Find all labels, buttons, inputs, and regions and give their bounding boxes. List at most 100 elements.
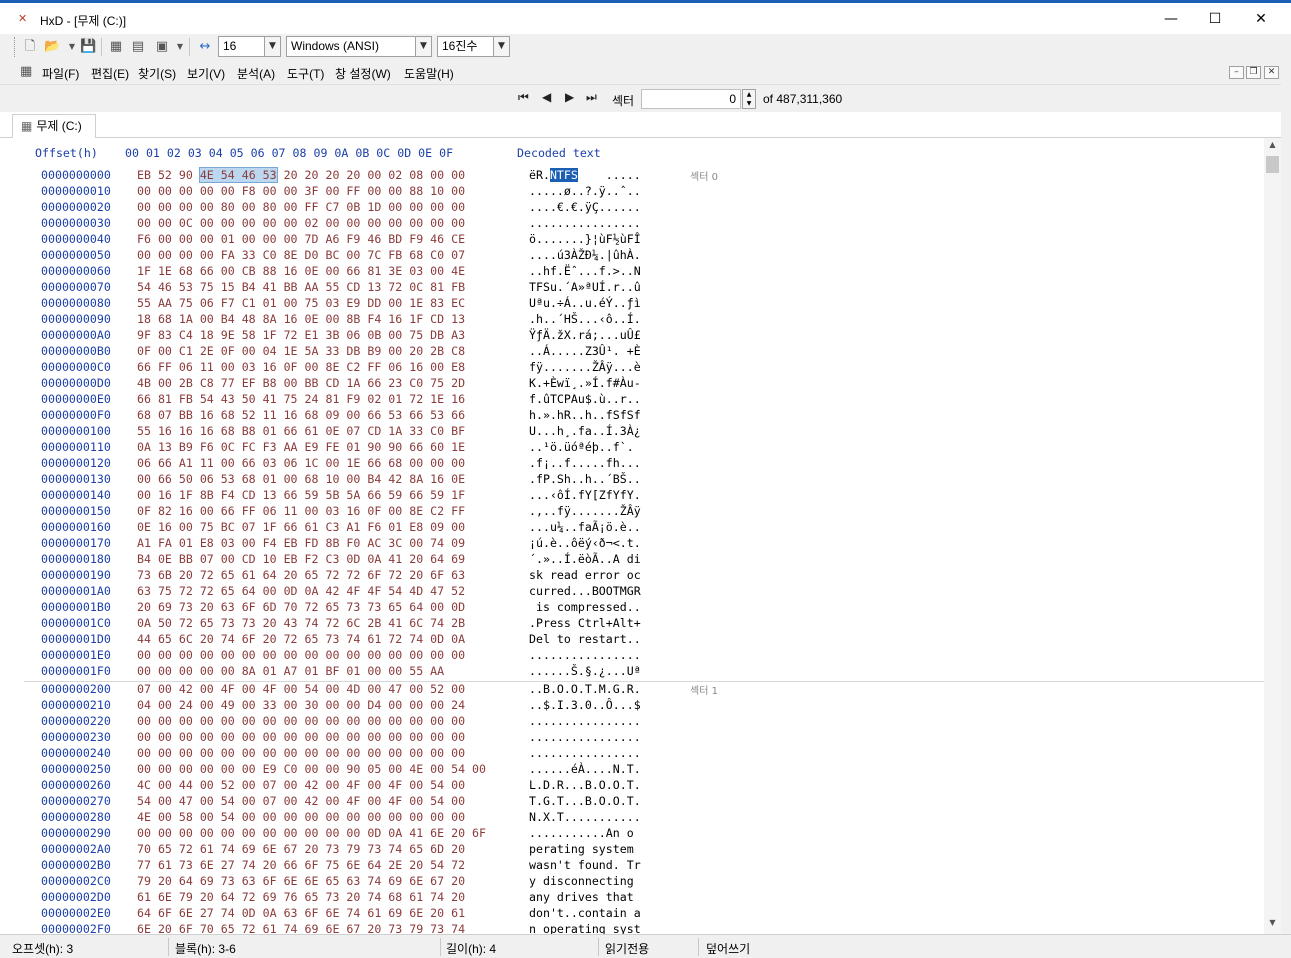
row-decoded-text[interactable]: ..$.I.3.0..Ô...$ [529,698,641,712]
row-decoded-text[interactable]: ö.......}¦ùF½ùFÎ [529,232,641,246]
row-hex-bytes[interactable]: 70 65 72 61 74 69 6E 67 20 73 79 73 74 6… [137,842,465,856]
base-select[interactable]: 16진수 ▼ [437,36,510,57]
row-decoded-text[interactable]: is compressed.. [529,600,641,614]
row-hex-bytes[interactable]: 4E 00 58 00 54 00 00 00 00 00 00 00 00 0… [137,810,465,824]
row-hex-bytes[interactable]: 73 6B 20 72 65 61 64 20 65 72 72 6F 72 2… [137,568,465,582]
row-hex-bytes[interactable]: 00 16 1F 8B F4 CD 13 66 59 5B 5A 66 59 6… [137,488,465,502]
properties-icon[interactable]: ▣ [154,38,170,55]
disk-icon[interactable]: ▦ [108,38,124,55]
open-file-icon[interactable]: 📂 [44,38,60,55]
mdi-close-button[interactable]: ✕ [1264,66,1279,79]
row-hex-bytes[interactable]: 4C 00 44 00 52 00 07 00 42 00 4F 00 4F 0… [137,778,465,792]
save-icon[interactable]: 💾 [80,38,96,55]
row-hex-bytes[interactable]: 68 07 BB 16 68 52 11 16 68 09 00 66 53 6… [137,408,465,422]
scroll-thumb[interactable] [1266,156,1279,173]
sector-spinner[interactable]: ▲ ▼ [742,89,756,109]
row-decoded-text[interactable]: ......Š.§.¿...Uª [529,664,641,678]
row-hex-bytes[interactable]: 00 00 00 00 00 00 00 00 00 00 00 00 00 0… [137,730,465,744]
hex-selection[interactable]: 4E 54 46 53 [198,167,278,183]
row-decoded-text[interactable]: ..hf.Ëˆ...f.>..N [529,264,641,278]
row-decoded-text[interactable]: .‚..fÿ.......ŽÂÿ [529,504,641,518]
row-hex-bytes[interactable]: 64 6F 6E 27 74 0D 0A 63 6F 6E 74 61 69 6… [137,906,465,920]
row-decoded-text[interactable]: ...u¼..faÃ¡ö.è.. [529,520,641,534]
row-hex-bytes[interactable]: 79 20 64 69 73 63 6F 6E 6E 65 63 74 69 6… [137,874,465,888]
properties-dropdown-icon[interactable]: ▼ [172,38,188,55]
row-decoded-text[interactable]: U...h¸.fa..Í.3À¿ [529,424,641,438]
row-hex-bytes[interactable]: 9F 83 C4 18 9E 58 1F 72 E1 3B 06 0B 00 7… [137,328,465,342]
menu-window[interactable]: 창 설정(W) [335,65,391,82]
status-overwrite[interactable]: 덮어쓰기 [706,940,750,957]
row-decoded-text[interactable]: any drives that [529,890,641,904]
row-hex-bytes[interactable]: 00 00 00 00 00 8A 01 A7 01 BF 01 00 00 5… [137,664,444,678]
row-hex-bytes[interactable]: 18 68 1A 00 B4 48 8A 16 0E 00 8B F4 16 1… [137,312,465,326]
document-icon[interactable]: ▦ [20,64,32,79]
row-decoded-text[interactable]: TFSu.´A»ªUÍ.r..û [529,280,641,294]
row-decoded-text[interactable]: wasn't found. Tr [529,858,641,872]
row-hex-bytes[interactable]: 0F 00 C1 2E 0F 00 04 1E 5A 33 DB B9 00 2… [137,344,465,358]
row-decoded-text[interactable]: .fP.Sh..h..´BŠ.. [529,472,641,486]
row-decoded-text[interactable]: ..¹ö.üóªéþ..f`. [529,440,634,454]
row-hex-bytes[interactable]: 00 66 50 06 53 68 01 00 68 10 00 B4 42 8… [137,472,465,486]
row-hex-bytes[interactable]: 00 00 0C 00 00 00 00 00 02 00 00 00 00 0… [137,216,465,230]
row-hex-bytes[interactable]: 04 00 24 00 49 00 33 00 30 00 00 D4 00 0… [137,698,465,712]
vertical-scrollbar[interactable]: ▲ ▼ [1264,138,1281,934]
scroll-down-icon[interactable]: ▼ [1264,918,1281,932]
next-icon[interactable]: ▶ [565,90,574,104]
row-hex-bytes[interactable]: 6E 20 6F 70 65 72 61 74 69 6E 67 20 73 7… [137,922,465,934]
row-hex-bytes[interactable]: 00 00 00 00 00 F8 00 00 3F 00 FF 00 00 8… [137,184,465,198]
row-hex-bytes[interactable]: 54 00 47 00 54 00 07 00 42 00 4F 00 4F 0… [137,794,465,808]
row-decoded-text[interactable]: f.ûTCPAu$.ù..r.. [529,392,641,406]
prev-icon[interactable]: ◀ [542,90,551,104]
row-hex-bytes[interactable]: 77 61 73 6E 27 74 20 66 6F 75 6E 64 2E 2… [137,858,465,872]
text-suffix[interactable]: ..... [578,168,641,182]
hex-prefix[interactable]: EB 52 90 [137,168,200,182]
toolbar-grip[interactable] [14,37,17,57]
row-decoded-text[interactable]: sk read error oc [529,568,641,582]
row-hex-bytes[interactable]: 0A 13 B9 F6 0C FC F3 AA E9 FE 01 90 90 6… [137,440,465,454]
row-hex-bytes[interactable]: 1F 1E 68 66 00 CB 88 16 0E 00 66 81 3E 0… [137,264,465,278]
row-decoded-text[interactable]: n operating syst [529,922,641,934]
row-hex-bytes[interactable]: 00 00 00 00 00 00 00 00 00 00 00 00 00 0… [137,648,465,662]
row-decoded-text[interactable]: .h..´HŠ...‹ô..Í. [529,312,641,326]
mdi-minimize-button[interactable]: – [1229,66,1244,79]
row-hex-bytes[interactable]: EB 52 90 4E 54 46 53 20 20 20 20 00 02 0… [137,167,465,183]
ram-icon[interactable]: ▤ [130,38,146,55]
sector-input[interactable]: 0 [641,89,741,109]
row-decoded-text[interactable]: Uªu.÷Á..u.éÝ..ƒì [529,296,641,310]
row-hex-bytes[interactable]: 63 75 72 72 65 64 00 0D 0A 42 4F 4F 54 4… [137,584,465,598]
row-hex-bytes[interactable]: 66 FF 06 11 00 03 16 0F 00 8E C2 FF 06 1… [137,360,465,374]
row-hex-bytes[interactable]: 00 00 00 00 00 00 00 00 00 00 00 0D 0A 4… [137,826,486,840]
row-hex-bytes[interactable]: 00 00 00 00 80 00 80 00 FF C7 0B 1D 00 0… [137,200,465,214]
maximize-button[interactable]: ☐ [1192,3,1238,34]
row-hex-bytes[interactable]: 61 6E 79 20 64 72 69 76 65 73 20 74 68 6… [137,890,465,904]
row-decoded-text[interactable]: ......éÀ....N.T. [529,762,641,776]
row-hex-bytes[interactable]: 55 AA 75 06 F7 C1 01 00 75 03 E9 DD 00 1… [137,296,465,310]
row-decoded-text[interactable]: ....€.€.ÿÇ...... [529,200,641,214]
chevron-down-icon[interactable]: ▼ [493,37,509,56]
row-decoded-text[interactable]: ................ [529,730,641,744]
row-decoded-text[interactable]: N.X.T........... [529,810,641,824]
row-decoded-text[interactable]: ..Á.....Z3Û¹. +È [529,344,641,358]
text-selection[interactable]: NTFS [549,168,578,182]
close-button[interactable]: ✕ [1238,3,1284,34]
menu-help[interactable]: 도움말(H) [404,65,454,82]
row-hex-bytes[interactable]: 54 46 53 75 15 B4 41 BB AA 55 CD 13 72 0… [137,280,465,294]
row-hex-bytes[interactable]: 06 66 A1 11 00 66 03 06 1C 00 1E 66 68 0… [137,456,465,470]
row-hex-bytes[interactable]: 00 00 00 00 00 00 E9 C0 00 00 90 05 00 4… [137,762,486,776]
row-decoded-text[interactable]: .Press Ctrl+Alt+ [529,616,641,630]
row-decoded-text[interactable]: ................ [529,746,641,760]
row-hex-bytes[interactable]: B4 0E BB 07 00 CD 10 EB F2 C3 0D 0A 41 2… [137,552,465,566]
row-decoded-text[interactable]: Del to restart.. [529,632,641,646]
row-decoded-text[interactable]: ................ [529,216,641,230]
row-hex-bytes[interactable]: 00 00 00 00 FA 33 C0 8E D0 BC 00 7C FB 6… [137,248,465,262]
row-decoded-text[interactable]: ëR.NTFS ..... [529,168,641,182]
row-hex-bytes[interactable]: 0F 82 16 00 66 FF 06 11 00 03 16 0F 00 8… [137,504,465,518]
row-decoded-text[interactable]: don't..contain a [529,906,641,920]
row-hex-bytes[interactable]: 4B 00 2B C8 77 EF B8 00 BB CD 1A 66 23 C… [137,376,465,390]
open-dropdown-icon[interactable]: ▼ [64,38,80,55]
row-hex-bytes[interactable]: 66 81 FB 54 43 50 41 75 24 81 F9 02 01 7… [137,392,465,406]
row-decoded-text[interactable]: .f¡..f.....fh... [529,456,641,470]
row-decoded-text[interactable]: y disconnecting [529,874,641,888]
row-hex-bytes[interactable]: 0E 16 00 75 BC 07 1F 66 61 C3 A1 F6 01 E… [137,520,465,534]
row-decoded-text[interactable]: ŸƒÄ.žX.rá;...uÛ£ [529,328,641,342]
